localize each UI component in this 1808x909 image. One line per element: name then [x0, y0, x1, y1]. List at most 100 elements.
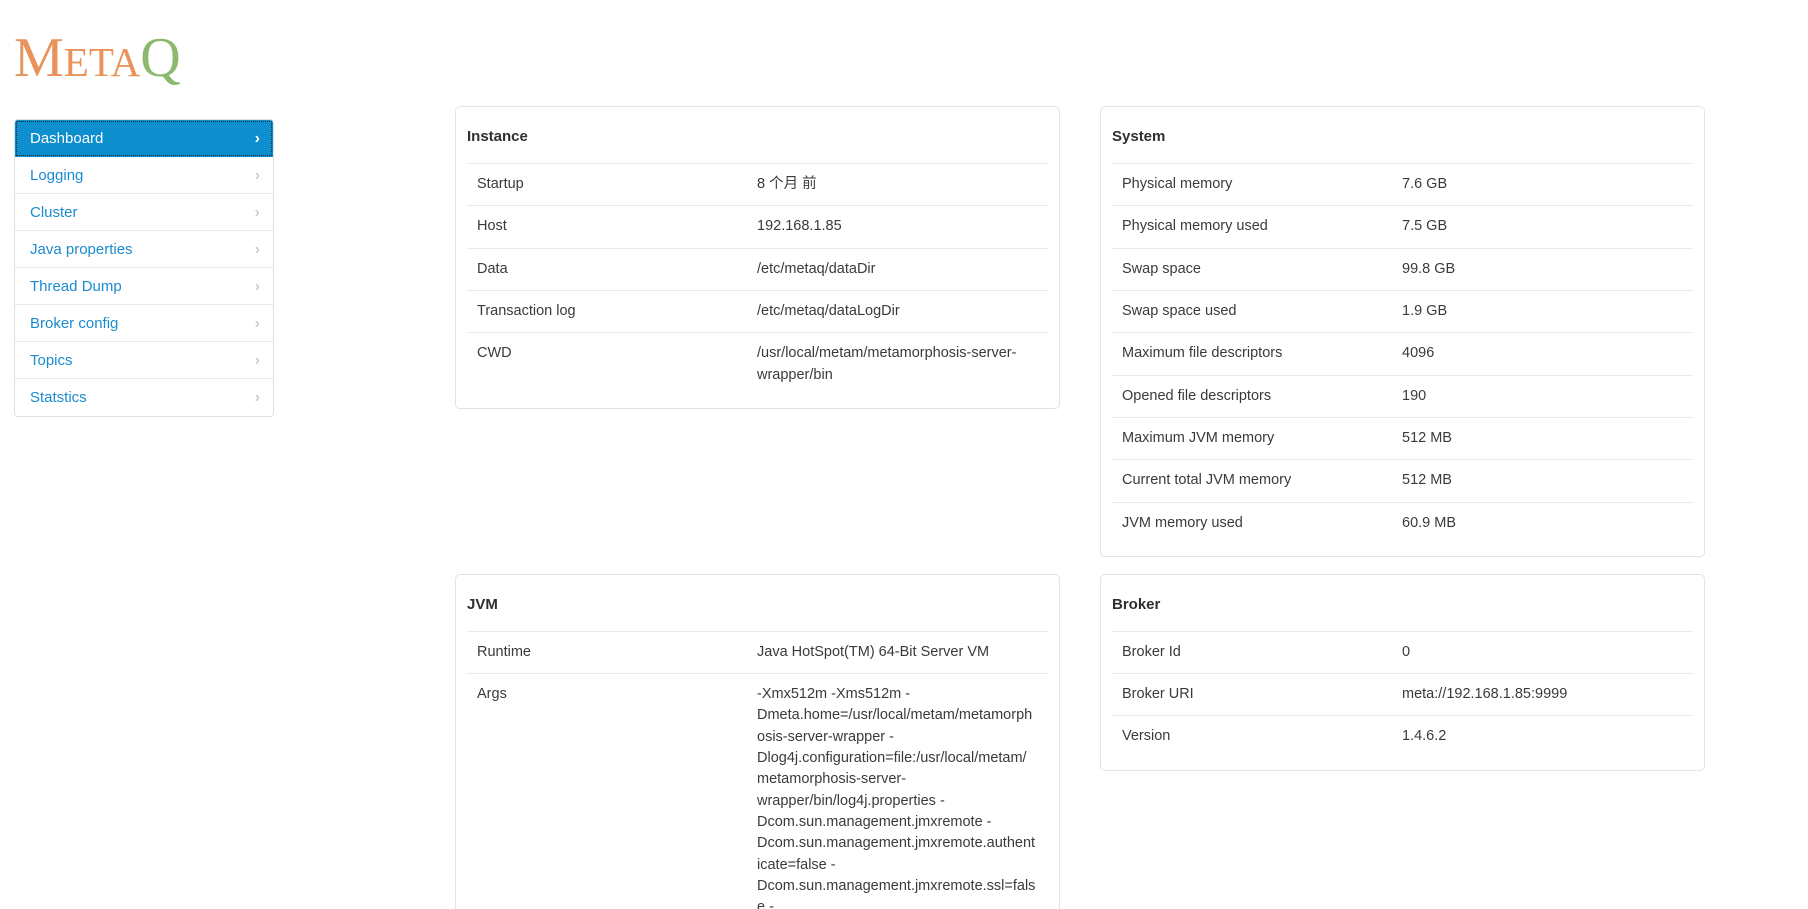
data-row: Args -Xmx512m -Xms512m -Dmeta.home=/usr/l… — [467, 673, 1048, 909]
instance-panel-title: Instance — [467, 128, 528, 145]
jvm-rows: Runtime Java HotSpot(TM) 64-Bit Server VM… — [456, 630, 1059, 909]
chevron-right-icon: › — [254, 278, 260, 295]
sidebar-item-label: Topics — [30, 352, 73, 369]
row-key: Physical memory — [1122, 176, 1233, 192]
instance-rows: Startup 8 个月 前 Host 192.168.1.85 Data/etc/me… — [456, 163, 1059, 396]
data-row: Host 192.168.1.85 — [467, 205, 1048, 247]
panel-row-top: Instance Startup 8 个月 前 Host 192.168.1.85 Da… — [455, 106, 1705, 557]
chevron-right-icon: › — [254, 241, 260, 258]
row-value: 192.168.1.85 — [757, 218, 842, 235]
row-value: 512 MB — [1402, 472, 1452, 489]
sidebar-item-broker-config[interactable]: Broker config › — [15, 305, 273, 342]
sidebar-item-java-properties[interactable]: Java properties › — [15, 231, 273, 268]
sidebar-item-label: Cluster — [30, 204, 78, 221]
row-value: 512 MB — [1402, 429, 1452, 446]
sidebar-item-statstics[interactable]: Statstics › — [15, 379, 273, 416]
data-row: Data/etc/metaq/dataDir — [467, 247, 1048, 290]
sidebar-nav: Dashboard › Logging › Cluster › Java propertie… — [14, 119, 274, 417]
panel-col-left-top: Instance Startup 8 个月 前 Host 192.168.1.85 Da… — [455, 106, 1060, 409]
system-panel: System Physical memory 7.6 GB Physical mem… — [1100, 106, 1705, 557]
row-value: 8 个月 前 — [757, 176, 817, 192]
broker-rows: Broker Id 0 Broker URI meta://192.168.1.85:… — [1101, 630, 1704, 758]
panel-col-left-bottom: JVM Runtime Java HotSpot(TM) 64-Bit Serve… — [455, 573, 1060, 909]
row-value: 190 — [1402, 387, 1427, 404]
data-row: Current total JVM memory 512 MB — [1112, 459, 1693, 501]
sidebar-item-label: Logging — [30, 167, 84, 184]
row-key: Broker Id — [1122, 643, 1181, 660]
broker-panel: Broker Broker Id 0 Broker URI meta://192.16… — [1100, 573, 1705, 771]
row-key: Broker URI — [1122, 686, 1194, 703]
row-value: 7.6 GB — [1402, 176, 1448, 192]
row-value: 60.9 MB — [1402, 514, 1456, 531]
panel-col-right-bottom: Broker Broker Id 0 Broker URI meta://192.16… — [1100, 573, 1705, 771]
data-row: Version 1.4.6.2 — [1112, 715, 1693, 757]
metaq-logo: METAQ — [14, 30, 181, 86]
row-value: -Xmx512m -Xms512m -Dmeta.home=/usr/local… — [757, 686, 1036, 909]
row-key: Maximum JVM memory — [1122, 429, 1275, 446]
row-value: 0 — [1402, 643, 1411, 660]
row-key: Current total JVM memory — [1122, 472, 1292, 489]
row-value: /usr/local/metam/metamorphosis-server-wr… — [757, 345, 1017, 383]
data-row: Broker URI meta://192.168.1.85:9999 — [1112, 673, 1693, 715]
row-value: /etc/metaq/dataDir — [757, 260, 876, 277]
row-key: Args — [477, 686, 507, 703]
chevron-right-icon: › — [254, 315, 260, 332]
data-row: Startup 8 个月 前 — [467, 163, 1048, 205]
sidebar-item-label: Statstics — [30, 389, 87, 406]
chevron-right-icon: › — [254, 204, 260, 221]
data-row: Swap space used 1.9 GB — [1112, 289, 1693, 332]
row-key: Physical memory used — [1122, 218, 1268, 235]
data-row: JVM memory used 60.9 MB — [1112, 501, 1693, 544]
data-row: Maximum JVM memory 512 MB — [1112, 416, 1693, 459]
sidebar-item-thread-dump[interactable]: Thread Dump › — [15, 268, 273, 305]
data-row: Swap space 99.8 GB — [1112, 247, 1693, 290]
sidebar-item-label: Thread Dump — [30, 278, 122, 295]
row-value: meta://192.168.1.85:9999 — [1402, 686, 1568, 703]
data-row: Broker Id 0 — [1112, 630, 1693, 673]
chevron-right-icon: › — [254, 167, 260, 184]
system-rows: Physical memory 7.6 GB Physical memory use… — [1101, 163, 1704, 544]
dashboard-page: METAQ Dashboard › Logging › Cluster › Java pro… — [0, 0, 1808, 909]
row-key: Runtime — [477, 643, 531, 660]
sidebar-item-label: Broker config — [30, 315, 119, 332]
row-value: Java HotSpot(TM) 64-Bit Server VM — [757, 643, 990, 660]
row-key: CWD — [477, 345, 512, 362]
row-key: Transaction log — [477, 302, 576, 319]
row-value: 99.8 GB — [1402, 260, 1456, 277]
row-key: Opened file descriptors — [1122, 387, 1272, 404]
data-row: CWD/usr/local/metam/metamorphosis-server… — [467, 332, 1048, 396]
chevron-right-icon: › — [254, 130, 260, 147]
row-key: Swap space used — [1122, 302, 1237, 319]
data-row: Physical memory 7.6 GB — [1112, 163, 1693, 205]
panel-row-bottom: JVM Runtime Java HotSpot(TM) 64-Bit Serve… — [455, 573, 1705, 909]
sidebar-item-topics[interactable]: Topics › — [15, 342, 273, 379]
jvm-panel-title: JVM — [467, 595, 498, 613]
panel-col-right-top: System Physical memory 7.6 GB Physical mem… — [1100, 106, 1705, 557]
data-row: Maximum file descriptors 4096 — [1112, 332, 1693, 374]
row-value: 7.5 GB — [1402, 218, 1448, 235]
sidebar-item-label: Java properties — [30, 241, 133, 258]
chevron-right-icon: › — [254, 352, 260, 369]
panel-grid: Instance Startup 8 个月 前 Host 192.168.1.85 Da… — [455, 106, 1705, 909]
data-row: Runtime Java HotSpot(TM) 64-Bit Server VM — [467, 630, 1048, 673]
data-row: Physical memory used 7.5 GB — [1112, 205, 1693, 247]
sidebar-item-logging[interactable]: Logging › — [15, 157, 273, 194]
data-row: Opened file descriptors 190 — [1112, 374, 1693, 417]
row-key: Version — [1122, 728, 1171, 745]
logo-q: Q — [140, 27, 181, 89]
sidebar-item-cluster[interactable]: Cluster › — [15, 194, 273, 231]
logo-m: M — [14, 27, 64, 89]
row-value: 1.4.6.2 — [1402, 728, 1447, 745]
chevron-right-icon: › — [254, 389, 260, 406]
instance-panel: Instance Startup 8 个月 前 Host 192.168.1.85 Da… — [455, 106, 1060, 409]
row-value: /etc/metaq/dataLogDir — [757, 302, 900, 319]
sidebar-item-dashboard[interactable]: Dashboard › — [15, 120, 273, 157]
row-key: JVM memory used — [1122, 514, 1243, 531]
row-key: Data — [477, 260, 508, 277]
data-row: Transaction log/etc/metaq/dataLogDir — [467, 289, 1048, 332]
row-key: Startup — [477, 176, 524, 192]
sidebar-item-label: Dashboard — [30, 130, 104, 147]
row-value: 1.9 GB — [1402, 302, 1448, 319]
broker-panel-title: Broker — [1112, 595, 1161, 613]
jvm-panel: JVM Runtime Java HotSpot(TM) 64-Bit Serve… — [455, 573, 1060, 909]
